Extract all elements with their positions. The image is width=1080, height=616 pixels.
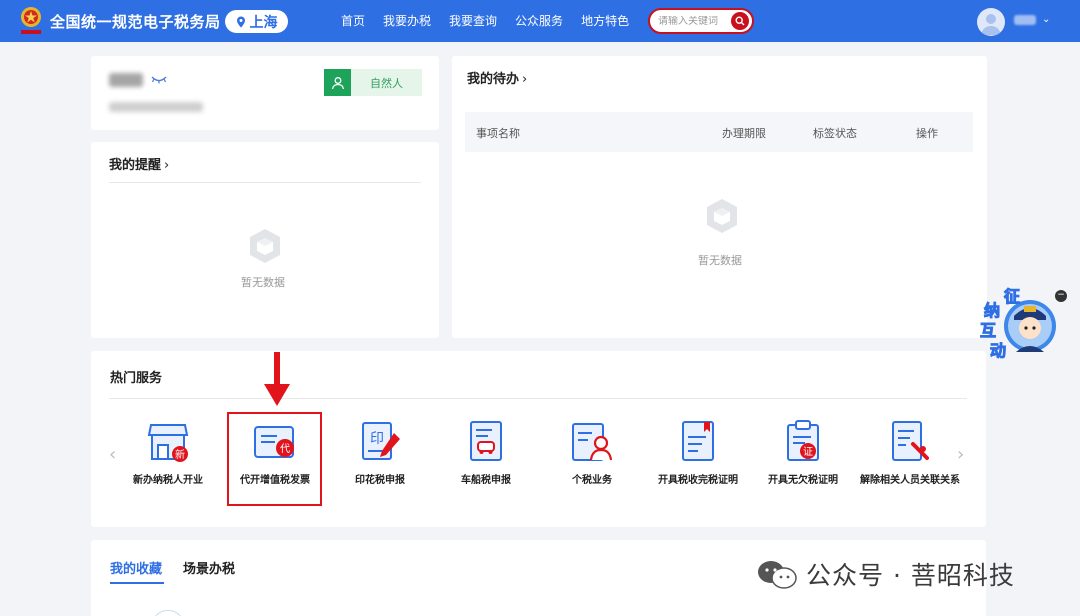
- reminder-title: 我的提醒: [109, 158, 162, 173]
- person-type-label: 自然人: [370, 76, 403, 90]
- service-label: 车船税申报: [461, 475, 511, 486]
- search-icon[interactable]: [731, 12, 749, 30]
- nav-query[interactable]: 我要查询: [440, 12, 506, 29]
- highlight-box: [227, 412, 322, 506]
- todo-title: 我的待办: [467, 72, 520, 87]
- user-name-masked: [109, 73, 143, 87]
- tab-scenario-tax[interactable]: 场景办税: [183, 558, 235, 577]
- reminder-empty-text: 暂无数据: [241, 276, 285, 289]
- tax-assistant-widget-icon[interactable]: 征 纳 互 动: [976, 286, 1060, 364]
- nav-home[interactable]: 首页: [332, 12, 374, 29]
- col-deadline: 办理期限: [722, 127, 766, 140]
- location-pin-icon: [236, 16, 245, 27]
- stamp-document-icon: 印: [362, 422, 400, 460]
- storefront-icon: 新: [147, 424, 189, 462]
- svg-text:证: 证: [803, 446, 813, 458]
- service-tax-payment-certificate[interactable]: 开具税收完税证明: [648, 417, 748, 487]
- nav-do-tax[interactable]: 我要办税: [374, 12, 440, 29]
- service-label: 开具无欠税证明: [768, 475, 838, 486]
- svg-text:印: 印: [370, 431, 384, 447]
- tab-my-favorites[interactable]: 我的收藏: [110, 558, 162, 577]
- chevron-right-icon: ›: [164, 158, 170, 173]
- vehicle-document-icon: [470, 421, 502, 461]
- region-label: 上海: [249, 14, 278, 31]
- service-new-taxpayer[interactable]: 新 新办纳税人开业: [118, 417, 218, 487]
- search-input[interactable]: [658, 15, 736, 27]
- divider: [109, 398, 967, 399]
- clipboard-certificate-icon: 证: [787, 420, 819, 461]
- region-selector[interactable]: 上海: [225, 10, 288, 33]
- person-icon: [324, 69, 351, 96]
- service-vehicle-tax[interactable]: 车船税申报: [436, 417, 536, 487]
- svg-text:新: 新: [175, 448, 185, 461]
- assistant-char-na: 纳: [984, 301, 1000, 320]
- service-individual-tax[interactable]: 个税业务: [542, 417, 642, 487]
- service-remove-related-persons[interactable]: 解除相关人员关联关系: [860, 417, 960, 487]
- profile-card: 自然人: [91, 56, 439, 130]
- top-navigation-bar: 全国统一规范电子税务局 上海 首页 我要办税 我要查询 公众服务 地方特色 ⌄: [0, 0, 1080, 42]
- user-name-blurred[interactable]: [1014, 15, 1036, 25]
- empty-box-icon: [707, 199, 737, 233]
- service-label: 个税业务: [572, 475, 612, 486]
- hot-services-title: 热门服务: [110, 371, 163, 386]
- col-tag-status: 标签状态: [813, 127, 857, 140]
- person-document-icon: [572, 423, 613, 461]
- nav-public-service[interactable]: 公众服务: [506, 12, 572, 29]
- certificate-document-icon: [682, 421, 714, 461]
- unlink-document-icon: [892, 421, 929, 461]
- service-label: 新办纳税人开业: [133, 475, 203, 486]
- person-type-badge: 自然人: [324, 69, 422, 96]
- col-action: 操作: [916, 127, 938, 140]
- todo-card: 我的待办 › 事项名称 办理期限 标签状态 操作 暂无数据: [452, 56, 987, 338]
- wechat-watermark: 公众号 · 菩昭科技: [756, 556, 1015, 592]
- main-nav: 首页 我要办税 我要查询 公众服务 地方特色: [332, 12, 638, 29]
- reminder-card: 我的提醒 › 暂无数据: [91, 142, 439, 338]
- wechat-logo-icon: [758, 561, 797, 589]
- assistant-char-dong: 动: [990, 341, 1006, 360]
- chevron-down-icon[interactable]: ⌄: [1042, 14, 1050, 25]
- assistant-char-zheng: 征: [1004, 287, 1020, 306]
- empty-box-icon: [250, 229, 280, 263]
- nav-local-features[interactable]: 地方特色: [572, 12, 638, 29]
- service-stamp-tax[interactable]: 印 印花税申报: [330, 417, 430, 487]
- service-label: 解除相关人员关联关系: [860, 475, 960, 486]
- user-avatar[interactable]: [977, 8, 1005, 36]
- service-label: 印花税申报: [355, 475, 405, 486]
- chevron-right-icon: ›: [522, 72, 528, 87]
- todo-table-header: 事项名称 办理期限 标签状态 操作: [465, 112, 973, 152]
- assistant-char-hu: 互: [980, 321, 996, 340]
- divider: [109, 182, 421, 183]
- search-box: [648, 8, 754, 34]
- red-pointer-arrow-icon: [264, 352, 290, 406]
- todo-empty-text: 暂无数据: [698, 254, 742, 267]
- col-item-name: 事项名称: [476, 127, 520, 140]
- eye-closed-icon[interactable]: [151, 76, 167, 84]
- favorite-item-icon[interactable]: [151, 610, 185, 616]
- carousel-prev-icon[interactable]: ‹: [109, 444, 116, 465]
- todo-title-link[interactable]: 我的待办 ›: [467, 68, 527, 87]
- tax-emblem-logo[interactable]: [18, 5, 44, 37]
- active-tab-indicator: [110, 582, 164, 584]
- watermark-text: 公众号 · 菩昭科技: [806, 561, 1015, 590]
- user-id-masked: [109, 102, 203, 112]
- service-no-arrears-certificate[interactable]: 证 开具无欠税证明: [753, 417, 853, 487]
- assistant-close-icon[interactable]: −: [1055, 290, 1067, 302]
- reminder-title-link[interactable]: 我的提醒 ›: [109, 154, 169, 173]
- site-title[interactable]: 全国统一规范电子税务局: [50, 11, 221, 32]
- hot-services-card: 热门服务 ‹ › 新 新办纳税人开业 代 代开增值税发票 印 印花税申报 车船税…: [91, 351, 986, 527]
- service-label: 开具税收完税证明: [658, 475, 738, 486]
